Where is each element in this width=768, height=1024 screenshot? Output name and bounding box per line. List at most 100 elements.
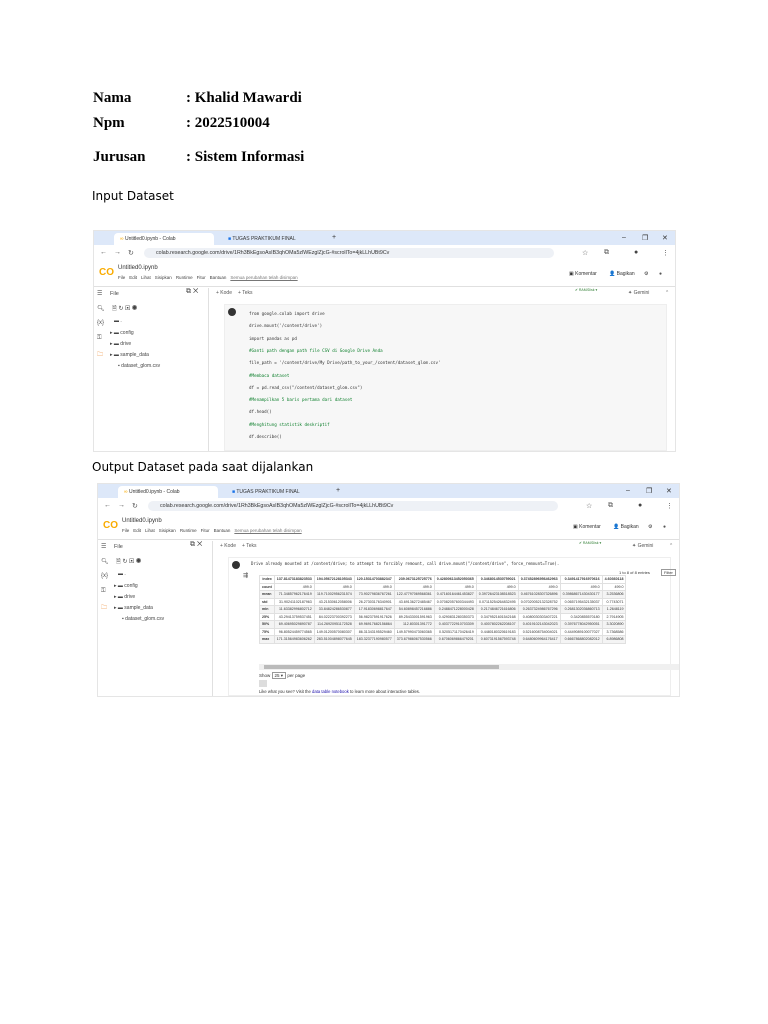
settings-icon[interactable]: ⚙ — [644, 271, 648, 277]
file-item-drive[interactable]: ▸ ▬ drive — [110, 341, 131, 347]
menu-insert[interactable]: Sisipkan — [155, 275, 172, 280]
address-bar-row: ← → ↻ colab.research.google.com/drive/1R… — [94, 245, 675, 261]
back-icon[interactable]: ← — [104, 502, 111, 509]
tab-tugas[interactable]: ■ TUGAS PRAKTIKUM FINAL — [226, 486, 326, 498]
reload-icon[interactable]: ↻ — [128, 249, 134, 257]
table-scrollbar[interactable] — [259, 664, 679, 670]
secrets-icon[interactable]: ⚿ — [101, 588, 106, 595]
settings-icon[interactable]: ⚙ — [648, 524, 652, 530]
runtime-status[interactable]: ✔ RAM/Disk ▾ — [579, 541, 601, 545]
collapse-icon[interactable]: ⌃ — [669, 543, 673, 549]
menu-file[interactable]: File — [122, 528, 129, 533]
new-tab-button[interactable]: + — [332, 234, 336, 241]
browser-menu-icon[interactable]: ⋮ — [662, 249, 669, 257]
maximize-button[interactable]: ❐ — [642, 234, 648, 242]
file-actions[interactable]: 🗎 ↻ ▣ ◉ — [116, 557, 141, 567]
files-icon[interactable]: 🗀 — [97, 350, 103, 360]
star-icon[interactable]: ☆ — [586, 502, 592, 510]
profile-avatar[interactable]: ● — [634, 249, 638, 256]
menu-insert[interactable]: Sisipkan — [159, 528, 176, 533]
new-tab-button[interactable]: + — [336, 487, 340, 494]
file-item-root[interactable]: ▬ . — [114, 318, 122, 324]
files-icon[interactable]: 🗀 — [101, 603, 107, 613]
forward-icon[interactable]: → — [118, 502, 125, 509]
tab-colab[interactable]: ∞ Untitled0.ipynb - Colab — [114, 233, 214, 245]
menu-edit[interactable]: Edit — [133, 528, 141, 533]
menu-tools[interactable]: Fitur — [197, 275, 206, 280]
add-text-button[interactable]: + Teks — [242, 543, 257, 549]
run-cell-button[interactable] — [228, 308, 236, 316]
notebook-title[interactable]: Untitled0.ipynb — [122, 518, 162, 524]
tab-colab[interactable]: ∞ Untitled0.ipynb - Colab — [118, 486, 218, 498]
secrets-icon[interactable]: ⚿ — [97, 335, 102, 342]
maximize-button[interactable]: ❐ — [646, 487, 652, 495]
gemini-button[interactable]: ✦ Gemini — [628, 290, 649, 296]
user-avatar[interactable]: ● — [663, 524, 666, 530]
add-text-button[interactable]: + Teks — [238, 290, 253, 296]
runtime-status[interactable]: ✔ RAM/Disk ▾ — [575, 288, 597, 292]
saved-status[interactable]: Semua perubahan telah disimpan — [230, 275, 297, 280]
menu-help[interactable]: Bantuan — [210, 275, 227, 280]
file-item-dataset[interactable]: ▪ dataset_glom.csv — [118, 363, 160, 369]
menu-runtime[interactable]: Runtime — [180, 528, 197, 533]
extensions-icon[interactable]: ⧉ — [608, 502, 613, 510]
new-window-icon[interactable]: ⧉ ✕ — [186, 288, 198, 296]
menu-view[interactable]: Lihat — [145, 528, 155, 533]
star-icon[interactable]: ☆ — [582, 249, 588, 257]
data-table-notebook-link[interactable]: data table notebook — [312, 689, 349, 694]
file-item-sample-data[interactable]: ▸ ▬ sample_data — [114, 605, 153, 611]
browser-menu-icon[interactable]: ⋮ — [666, 502, 673, 510]
search-icon[interactable]: 🔍︎ — [101, 558, 109, 565]
menu-tools[interactable]: Fitur — [201, 528, 210, 533]
comment-button[interactable]: ▣ Komentar — [573, 524, 601, 530]
extensions-icon[interactable]: ⧉ — [604, 249, 609, 257]
file-item-drive[interactable]: ▸ ▬ drive — [114, 594, 135, 600]
new-window-icon[interactable]: ⧉ ✕ — [190, 541, 202, 549]
comment-button[interactable]: ▣ Komentar — [569, 271, 597, 277]
menu-view[interactable]: Lihat — [141, 275, 151, 280]
share-button[interactable]: 👤 Bagikan — [609, 271, 635, 277]
file-item-dataset[interactable]: ▪ dataset_glom.csv — [122, 616, 164, 622]
code-cell[interactable]: Drive already mounted at /content/drive;… — [228, 557, 679, 696]
forward-icon[interactable]: → — [114, 249, 121, 256]
user-avatar[interactable]: ● — [659, 271, 662, 277]
variables-icon[interactable]: {x} — [101, 573, 108, 579]
menu-help[interactable]: Bantuan — [214, 528, 231, 533]
minimize-button[interactable]: – — [626, 487, 630, 494]
filter-button[interactable]: Filter — [661, 569, 676, 576]
url-input[interactable]: colab.research.google.com/drive/1Rh3BkEg… — [144, 248, 554, 258]
file-actions[interactable]: 🗎 ↻ ▣ ◉ — [112, 304, 137, 314]
notebook-title[interactable]: Untitled0.ipynb — [118, 265, 158, 271]
profile-avatar[interactable]: ● — [638, 502, 642, 509]
tab-tugas[interactable]: ■ TUGAS PRAKTIKUM FINAL — [222, 233, 322, 245]
share-button[interactable]: 👤 Bagikan — [613, 524, 639, 530]
add-code-button[interactable]: + Kode — [216, 290, 232, 296]
scroll-thumb[interactable] — [264, 665, 499, 669]
collapse-icon[interactable]: ⌃ — [665, 290, 669, 296]
toc-icon[interactable]: ☰ — [101, 543, 106, 550]
url-input[interactable]: colab.research.google.com/drive/1Rh3BkEg… — [148, 501, 558, 511]
table-icon-button[interactable] — [259, 680, 267, 687]
file-item-sample-data[interactable]: ▸ ▬ sample_data — [110, 352, 149, 358]
add-code-button[interactable]: + Kode — [220, 543, 236, 549]
close-window-button[interactable]: ✕ — [662, 234, 668, 242]
search-icon[interactable]: 🔍︎ — [97, 305, 105, 312]
code-cell[interactable]: from google.colab import drive drive.moun… — [224, 304, 667, 451]
menu-file[interactable]: File — [118, 275, 125, 280]
toc-icon[interactable]: ☰ — [97, 290, 102, 297]
minimize-button[interactable]: – — [622, 234, 626, 241]
saved-status[interactable]: Semua perubahan telah disimpan — [234, 528, 301, 533]
close-window-button[interactable]: ✕ — [666, 487, 672, 495]
output-toggle-icon[interactable]: ⇶ — [243, 572, 248, 579]
per-page-select[interactable]: 25 ▾ — [271, 672, 287, 679]
file-item-config[interactable]: ▸ ▬ config — [110, 330, 134, 336]
gemini-button[interactable]: ✦ Gemini — [632, 543, 653, 549]
menu-runtime[interactable]: Runtime — [176, 275, 193, 280]
file-item-root[interactable]: ▬ . — [118, 571, 126, 577]
back-icon[interactable]: ← — [100, 249, 107, 256]
file-item-config[interactable]: ▸ ▬ config — [114, 583, 138, 589]
reload-icon[interactable]: ↻ — [132, 502, 138, 510]
run-cell-button[interactable] — [232, 561, 240, 569]
variables-icon[interactable]: {x} — [97, 320, 104, 326]
menu-edit[interactable]: Edit — [129, 275, 137, 280]
